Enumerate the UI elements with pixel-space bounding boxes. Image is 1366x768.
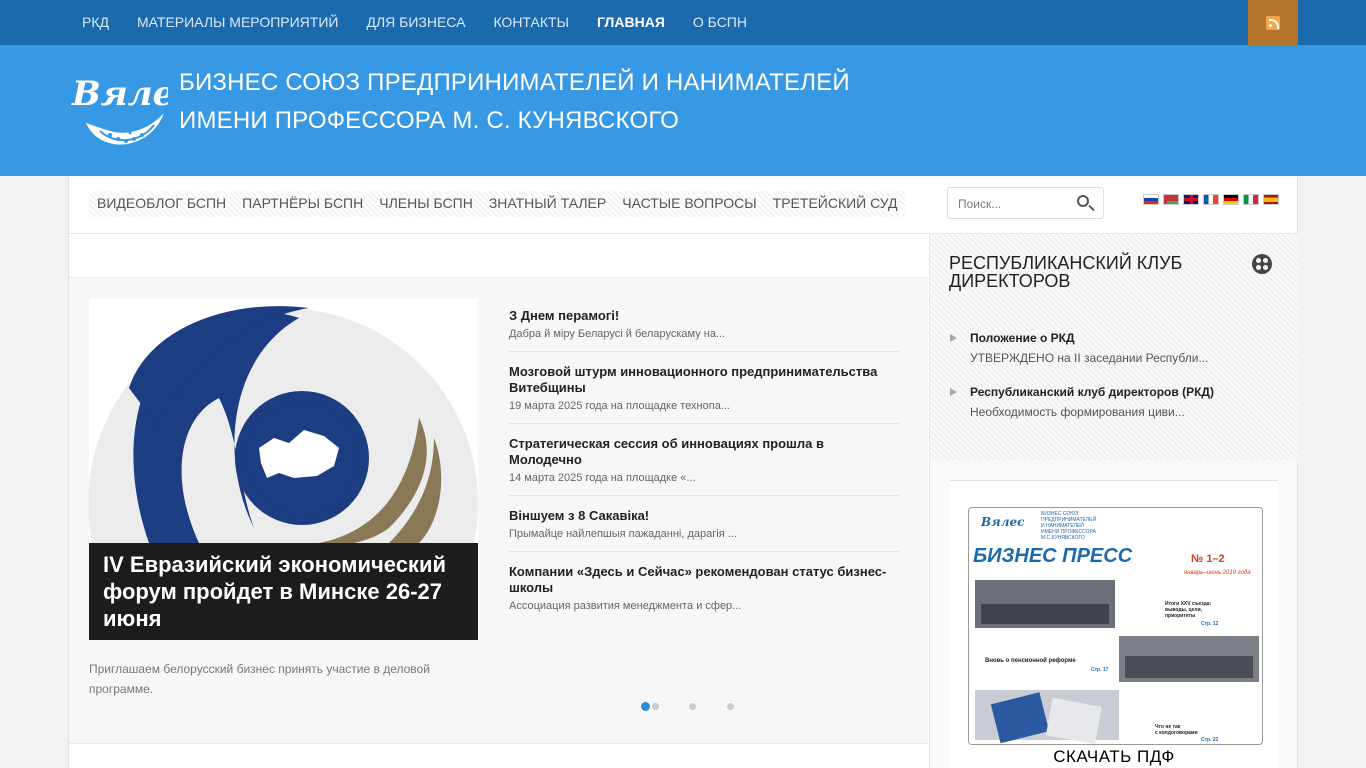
svg-text:январь–июнь 2019 года: январь–июнь 2019 года [1183,570,1251,576]
svg-text:Стр. 12: Стр. 12 [1201,621,1219,627]
sidebar-item-title[interactable]: Республиканский клуб директоров (РКД) [970,385,1280,399]
news-excerpt: Ассоциация развития менеджмента и сфер..… [509,600,742,612]
main-wrapper: ВИДЕОБЛОГ БСПН ПАРТНЁРЫ БСПН ЧЛЕНЫ БСПН … [68,176,1298,768]
nav-item-rkd[interactable]: РКД [68,0,123,45]
news-item[interactable]: Компании «Здесь и Сейчас» рекомендован с… [509,564,899,623]
sidebar-item-title[interactable]: Положение о РКД [970,331,1280,345]
flag-ru-icon[interactable] [1143,194,1159,205]
sidebar: РЕСПУБЛИКАНСКИЙ КЛУБ ДИРЕКТОРОВ Положени… [929,234,1298,768]
rkd-widget: РЕСПУБЛИКАНСКИЙ КЛУБ ДИРЕКТОРОВ Положени… [930,234,1298,460]
flag-en-icon[interactable] [1183,194,1199,205]
sidebar-item-excerpt: Необходимость формирования циви... [970,405,1185,419]
rss-icon [1266,15,1280,30]
nav-item-for-business[interactable]: ДЛЯ БИЗНЕСА [352,0,479,45]
forum-logo-image [89,306,478,543]
flag-de-icon[interactable] [1223,194,1239,205]
sidebar-item-excerpt: УТВЕРЖДЕНО на II заседании Республи... [970,351,1209,365]
top-menu: РКД МАТЕРИАЛЫ МЕРОПРИЯТИЙ ДЛЯ БИЗНЕСА КО… [68,0,761,45]
slider-dot-4[interactable] [727,703,734,710]
newspaper-cover[interactable]: Вялес БИЗНЕС СОЮЗ ПРЕДПРИНИМАТЕЛЕЙ И НАН… [968,507,1263,745]
featured-image[interactable] [89,298,478,543]
news-excerpt: Прымайце найлепшыя пажаданні, дарагія ..… [509,528,737,540]
newspaper-widget: Вялес БИЗНЕС СОЮЗ ПРЕДПРИНИМАТЕЛЕЙ И НАН… [950,480,1278,768]
news-title[interactable]: Мозговой штурм инновационного предприним… [509,364,899,396]
news-item[interactable]: Стратегическая сессия об инновациях прош… [509,436,899,496]
featured-excerpt: Приглашаем белорусский бизнес принять уч… [89,662,430,696]
site-title-line1: БИЗНЕС СОЮЗ ПРЕДПРИНИМАТЕЛЕЙ И НАНИМАТЕЛ… [179,69,850,96]
news-excerpt: 19 марта 2025 года на площадке технопа..… [509,400,730,412]
svg-text:ПРЕДПРИНИМАТЕЛЕЙ: ПРЕДПРИНИМАТЕЛЕЙ [1041,515,1096,523]
subnav-item-taler[interactable]: ЗНАТНЫЙ ТАЛЕР [481,191,614,217]
news-excerpt: Дабра й міру Беларусі й беларускаму на..… [509,328,726,340]
site-header: Вялес БИЗНЕС СОЮЗ ПРЕДПРИНИМАТЕЛЕЙ И НАН… [0,45,1366,176]
search-input[interactable] [958,195,1073,213]
flag-be-icon[interactable] [1163,194,1179,205]
subnav-item-arbitration[interactable]: ТРЕТЕЙСКИЙ СУД [765,191,906,217]
newspaper-cover-image: Вялес БИЗНЕС СОЮЗ ПРЕДПРИНИМАТЕЛЕЙ И НАН… [973,511,1259,744]
nav-item-event-materials[interactable]: МАТЕРИАЛЫ МЕРОПРИЯТИЙ [123,0,352,45]
news-title[interactable]: Стратегическая сессия об инновациях прош… [509,436,899,468]
rss-button[interactable] [1248,0,1298,45]
subnav-item-faq[interactable]: ЧАСТЫЕ ВОПРОСЫ [614,191,764,217]
news-list: З Днем перамогі! Дабра й міру Беларусі й… [509,308,899,635]
svg-text:приоритеты: приоритеты [1165,613,1195,619]
nav-item-contacts[interactable]: КОНТАКТЫ [479,0,583,45]
site-logo[interactable]: Вялес [70,65,168,157]
svg-text:Стр. 22: Стр. 22 [1201,737,1219,743]
film-reel-icon [1252,254,1272,274]
search-box [947,187,1104,219]
svg-text:№ 1–2: № 1–2 [1191,553,1225,565]
subnav-item-members[interactable]: ЧЛЕНЫ БСПН [371,191,481,217]
news-item[interactable]: З Днем перамогі! Дабра й міру Беларусі й… [509,308,899,352]
svg-text:Вновь о пенсионной реформе: Вновь о пенсионной реформе [985,657,1076,664]
svg-text:Вялес: Вялес [980,515,1025,529]
top-navigation: РКД МАТЕРИАЛЫ МЕРОПРИЯТИЙ ДЛЯ БИЗНЕСА КО… [0,0,1366,45]
news-excerpt: 14 марта 2025 года на площадке «... [509,472,696,484]
widget-title: РЕСПУБЛИКАНСКИЙ КЛУБ ДИРЕКТОРОВ [949,253,1183,291]
flag-fr-icon[interactable] [1203,194,1219,205]
slider-pagination [641,702,765,711]
language-switcher [1143,194,1279,205]
featured-slider: IV Евразийский экономический форум пройд… [69,277,928,744]
secondary-navigation: ВИДЕОБЛОГ БСПН ПАРТНЁРЫ БСПН ЧЛЕНЫ БСПН … [89,191,906,217]
nav-item-about[interactable]: О БСПН [679,0,761,45]
svg-text:с колдоговорами: с колдоговорами [1155,730,1198,736]
arrow-right-icon [950,334,957,342]
nav-item-home[interactable]: ГЛАВНАЯ [583,0,679,45]
featured-title[interactable]: IV Евразийский экономический форум пройд… [89,543,478,640]
slider-dot-3[interactable] [689,703,696,710]
logo-text: Вялес [71,74,168,114]
subnav-item-partners[interactable]: ПАРТНЁРЫ БСПН [234,191,371,217]
sidebar-item[interactable]: Республиканский клуб директоров (РКД) Не… [950,385,1280,419]
svg-text:БИЗНЕС ПРЕСС: БИЗНЕС ПРЕСС [973,545,1133,567]
svg-text:Стр. 17: Стр. 17 [1091,667,1109,673]
site-title[interactable]: БИЗНЕС СОЮЗ ПРЕДПРИНИМАТЕЛЕЙ И НАНИМАТЕЛ… [179,64,850,140]
news-item[interactable]: Віншуем з 8 Сакавіка! Прымайце найлепшыя… [509,508,899,552]
flag-es-icon[interactable] [1263,194,1279,205]
news-title[interactable]: З Днем перамогі! [509,308,899,324]
slider-dot-2[interactable] [652,703,659,710]
download-pdf-link[interactable]: СКАЧАТЬ ПДФ [950,747,1278,767]
subnav-item-videoblog[interactable]: ВИДЕОБЛОГ БСПН [89,191,234,217]
news-title[interactable]: Компании «Здесь и Сейчас» рекомендован с… [509,564,899,596]
site-title-line2: ИМЕНИ ПРОФЕССОРА М. С. КУНЯВСКОГО [179,107,680,134]
news-title[interactable]: Віншуем з 8 Сакавіка! [509,508,899,524]
sidebar-item[interactable]: Положение о РКД УТВЕРЖДЕНО на II заседан… [950,331,1280,365]
flag-it-icon[interactable] [1243,194,1259,205]
news-item[interactable]: Мозговой штурм инновационного предприним… [509,364,899,424]
svg-text:И НАНИМАТЕЛЕЙ: И НАНИМАТЕЛЕЙ [1041,521,1084,529]
slider-dot-1[interactable] [641,702,650,711]
svg-text:М.С.КУНЯВСКОГО: М.С.КУНЯВСКОГО [1041,535,1085,541]
arrow-right-icon [950,388,957,396]
search-icon[interactable] [1077,195,1089,207]
